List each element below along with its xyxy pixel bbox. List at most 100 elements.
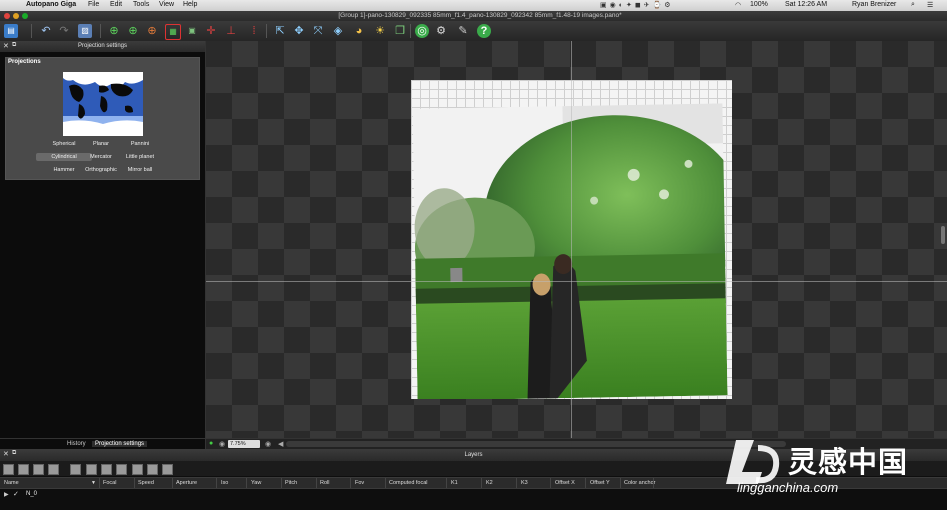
sort-arrow-icon[interactable]: ▼ — [91, 480, 96, 486]
toolbar-separator — [410, 24, 411, 38]
wifi-icon[interactable]: ◠ — [735, 1, 741, 9]
layer-tool-icon[interactable] — [48, 464, 59, 475]
wrench-icon[interactable]: ✎ — [456, 24, 470, 38]
visibility-check-icon[interactable]: ✓ — [13, 490, 19, 498]
layer-tool-icon[interactable] — [33, 464, 44, 475]
fit-icon[interactable]: ▣ — [185, 24, 199, 38]
col-speed[interactable]: Speed — [138, 480, 154, 486]
projection-preview — [63, 72, 143, 136]
zoom-out-icon[interactable]: ◉ — [219, 440, 225, 448]
color-icon[interactable]: ◕ — [352, 24, 366, 38]
app-menu[interactable]: Autopano Giga — [26, 1, 76, 8]
col-pitch[interactable]: Pitch — [285, 480, 297, 486]
projection-mirror-ball-button[interactable]: Mirror ball — [112, 166, 168, 174]
layer-tool-icon[interactable] — [86, 464, 97, 475]
main-toolbar: ▤ ↶ ↷ ▨ ⊕ ⊕ ⊕ ▦ ▣ ✛ ⊥ ⁞ ⇱ ✥ ⤧ ◈ ◕ ☀ ❐ ◎ … — [0, 21, 947, 42]
menu-help[interactable]: Help — [183, 1, 197, 8]
projection-little-planet-button[interactable]: Little planet — [112, 153, 168, 161]
panel-header: ✕ ⧉ Projection settings — [0, 41, 205, 52]
window-titlebar: [Group 1]-pano-130829_092335 85mm_f1.4_p… — [0, 11, 947, 21]
col-name[interactable]: Name — [4, 480, 19, 486]
pan-icon[interactable]: ✥ — [292, 24, 306, 38]
rotate-icon[interactable]: ⊕ — [126, 24, 140, 38]
select-icon[interactable]: ⇱ — [273, 24, 287, 38]
menu-edit[interactable]: Edit — [110, 1, 122, 8]
panel-toggle-icon[interactable]: ▤ — [4, 24, 18, 38]
expand-row-icon[interactable]: ▶ — [4, 491, 9, 498]
layer-tool-icon[interactable] — [116, 464, 127, 475]
status-ok-icon[interactable]: ● — [209, 440, 213, 447]
battery-status[interactable]: 100% — [750, 1, 768, 8]
expand-icon[interactable]: ⤧ — [311, 24, 325, 38]
redo-icon[interactable]: ↷ — [57, 24, 71, 38]
zoom-window-icon[interactable] — [22, 13, 28, 19]
col-fov[interactable]: Fov — [355, 480, 364, 486]
col-roll[interactable]: Roll — [320, 480, 329, 486]
tab-projection-settings[interactable]: Projection settings — [92, 441, 148, 447]
move-icon[interactable]: ⊕ — [107, 24, 121, 38]
exposure-icon[interactable]: ☀ — [373, 24, 387, 38]
zoom-in-icon[interactable]: ◉ — [265, 440, 271, 448]
section-label: Projections — [8, 59, 41, 65]
col-focal[interactable]: Focal — [103, 480, 116, 486]
status-icons[interactable]: ▣◉◐✦◼✈⌚⚙ — [600, 1, 673, 9]
menu-view[interactable]: View — [159, 1, 174, 8]
layer-tool-icon[interactable] — [132, 464, 143, 475]
user-name[interactable]: Ryan Brenizer — [852, 1, 896, 8]
layer-tool-icon[interactable] — [70, 464, 81, 475]
toolbar-separator — [100, 24, 101, 38]
vertical-scrollbar[interactable] — [941, 226, 945, 244]
col-aperture[interactable]: Aperture — [176, 480, 197, 486]
scroll-left-icon[interactable]: ◀ — [278, 440, 283, 448]
notifications-icon[interactable]: ☰ — [927, 1, 933, 9]
zoom-field[interactable]: 7.75% — [228, 440, 260, 448]
panorama-image[interactable] — [412, 103, 728, 399]
col-offset-y[interactable]: Offset Y — [590, 480, 610, 486]
col-yaw[interactable]: Yaw — [251, 480, 261, 486]
col-k1[interactable]: K1 — [451, 480, 458, 486]
crop-icon[interactable]: ▦ — [165, 24, 181, 40]
watermark-brand: 灵感中国 — [788, 447, 909, 479]
settings-gear-icon[interactable]: ⚙ — [434, 24, 448, 38]
layer-tool-icon[interactable] — [162, 464, 173, 475]
center-icon[interactable]: ◈ — [331, 24, 345, 38]
projection-settings-panel: ✕ ⧉ Projection settings Projections Sphe… — [0, 41, 206, 449]
window-title: [Group 1]-pano-130829_092335 85mm_f1.4_p… — [338, 12, 622, 19]
panorama-editor[interactable] — [206, 41, 947, 438]
stitched-photo — [412, 103, 728, 399]
horizon-icon[interactable]: ✛ — [204, 24, 218, 38]
watermark: 灵感中国 lingganchina.com — [726, 436, 947, 498]
layers-icon[interactable]: ❐ — [393, 24, 407, 38]
layer-tool-icon[interactable] — [101, 464, 112, 475]
minimize-window-icon[interactable] — [13, 13, 19, 19]
layer-tool-icon[interactable] — [18, 464, 29, 475]
help-icon[interactable]: ? — [477, 24, 491, 38]
col-k2[interactable]: K2 — [486, 480, 493, 486]
render-icon[interactable]: ◎ — [415, 24, 429, 38]
horizontal-scrollbar[interactable] — [286, 441, 786, 447]
col-offset-x[interactable]: Offset X — [555, 480, 575, 486]
vertical-icon[interactable]: ⁞ — [247, 24, 261, 38]
toolbar-separator — [266, 24, 267, 38]
col-iso[interactable]: Iso — [221, 480, 228, 486]
tab-history[interactable]: History — [64, 441, 89, 447]
layer-tool-icon[interactable] — [3, 464, 14, 475]
panorama-icon[interactable]: ▨ — [78, 24, 92, 38]
col-computed-focal[interactable]: Computed focal — [389, 480, 428, 486]
projections-section: Projections Spherical Planar Pannini Cyl… — [5, 57, 200, 180]
undo-icon[interactable]: ↶ — [39, 24, 53, 38]
layer-name: N_0 — [26, 491, 38, 497]
spotlight-icon[interactable]: ⌕ — [911, 1, 915, 9]
layer-tool-icon[interactable] — [147, 464, 158, 475]
vertical-line-icon[interactable]: ⊥ — [224, 24, 238, 38]
watermark-url: lingganchina.com — [737, 480, 839, 495]
menu-tools[interactable]: Tools — [133, 1, 149, 8]
panel-title: Projection settings — [77, 43, 128, 49]
col-k3[interactable]: K3 — [521, 480, 528, 486]
close-window-icon[interactable] — [4, 13, 10, 19]
straighten-icon[interactable]: ⊕ — [145, 24, 159, 38]
projection-pannini-button[interactable]: Pannini — [112, 140, 168, 148]
menu-file[interactable]: File — [88, 1, 99, 8]
col-color-anchor[interactable]: Color anchor — [624, 480, 656, 486]
clock[interactable]: Sat 12:26 AM — [785, 1, 827, 8]
